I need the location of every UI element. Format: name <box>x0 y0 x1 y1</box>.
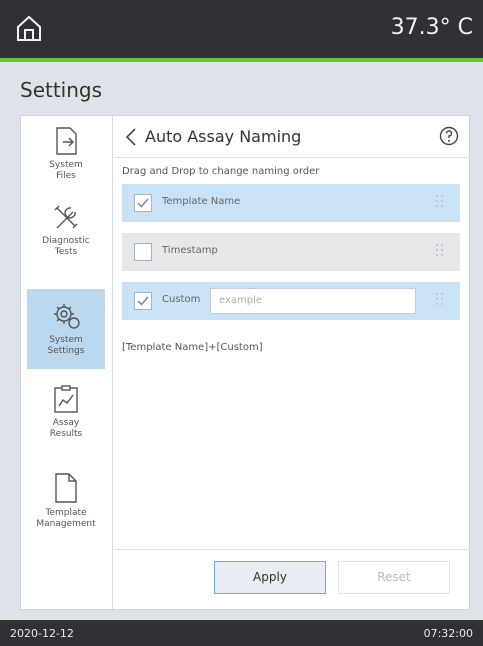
sidebar-item-label: Diagnostic Tests <box>42 236 90 257</box>
sidebar: System Files Diagnostic Tests System Set… <box>21 116 113 609</box>
panel-header: Auto Assay Naming <box>114 116 469 158</box>
drag-handle-icon[interactable] <box>436 293 444 309</box>
row-label: Custom <box>162 294 201 305</box>
sidebar-item-diagnostic-tests[interactable]: Diagnostic Tests <box>27 202 105 272</box>
sidebar-item-system-settings[interactable]: System Settings <box>27 289 105 369</box>
status-time: 07:32:00 <box>423 627 473 640</box>
apply-button[interactable]: Apply <box>214 561 326 594</box>
naming-row-template-name[interactable]: Template Name <box>122 184 460 222</box>
drag-handle-icon[interactable] <box>436 195 444 211</box>
custom-text-input[interactable]: example <box>210 288 416 314</box>
back-chevron-icon[interactable] <box>124 127 138 147</box>
panel-title: Auto Assay Naming <box>145 127 302 146</box>
reset-button[interactable]: Reset <box>338 561 450 594</box>
main-panel: Auto Assay Naming Drag and Drop to chang… <box>114 116 469 609</box>
content-area: Settings System Files Diagnostic Tests S… <box>0 62 483 620</box>
sidebar-item-template-management[interactable]: Template Management <box>27 472 105 544</box>
clipboard-chart-icon <box>54 385 78 413</box>
settings-panel: System Files Diagnostic Tests System Set… <box>20 115 470 610</box>
naming-row-custom[interactable]: Custom example <box>122 282 460 320</box>
row-label: Timestamp <box>162 245 218 256</box>
sidebar-item-label: System Files <box>49 160 83 181</box>
temperature-readout: 37.3° C <box>390 15 473 40</box>
gear-settings-icon <box>54 304 80 329</box>
status-date: 2020-12-12 <box>10 627 74 640</box>
timestamp-checkbox[interactable] <box>134 243 152 261</box>
checkmark-icon <box>137 198 149 208</box>
sidebar-item-assay-results[interactable]: Assay Results <box>27 384 105 454</box>
page-title: Settings <box>20 78 103 102</box>
sidebar-item-label: Assay Results <box>49 418 83 439</box>
help-icon[interactable] <box>439 126 459 146</box>
tools-icon <box>54 205 78 229</box>
template-name-checkbox[interactable] <box>134 194 152 212</box>
custom-checkbox[interactable] <box>134 292 152 310</box>
panel-footer: Apply Reset <box>114 549 469 609</box>
row-label: Template Name <box>162 196 241 207</box>
sidebar-item-label: Template Management <box>36 508 96 529</box>
document-icon <box>55 473 77 503</box>
sidebar-item-system-files[interactable]: System Files <box>27 126 105 194</box>
drag-handle-icon[interactable] <box>436 244 444 260</box>
home-icon[interactable] <box>14 13 44 43</box>
file-arrow-icon <box>56 127 77 155</box>
instructions-text: Drag and Drop to change naming order <box>122 166 320 177</box>
top-bar: 37.3° C <box>0 0 483 58</box>
status-bar: 2020-12-12 07:32:00 <box>0 620 483 646</box>
naming-preview: [Template Name]+[Custom] <box>122 342 263 353</box>
checkmark-icon <box>137 296 149 306</box>
sidebar-item-label: System Settings <box>47 335 85 356</box>
naming-row-timestamp[interactable]: Timestamp <box>122 233 460 271</box>
